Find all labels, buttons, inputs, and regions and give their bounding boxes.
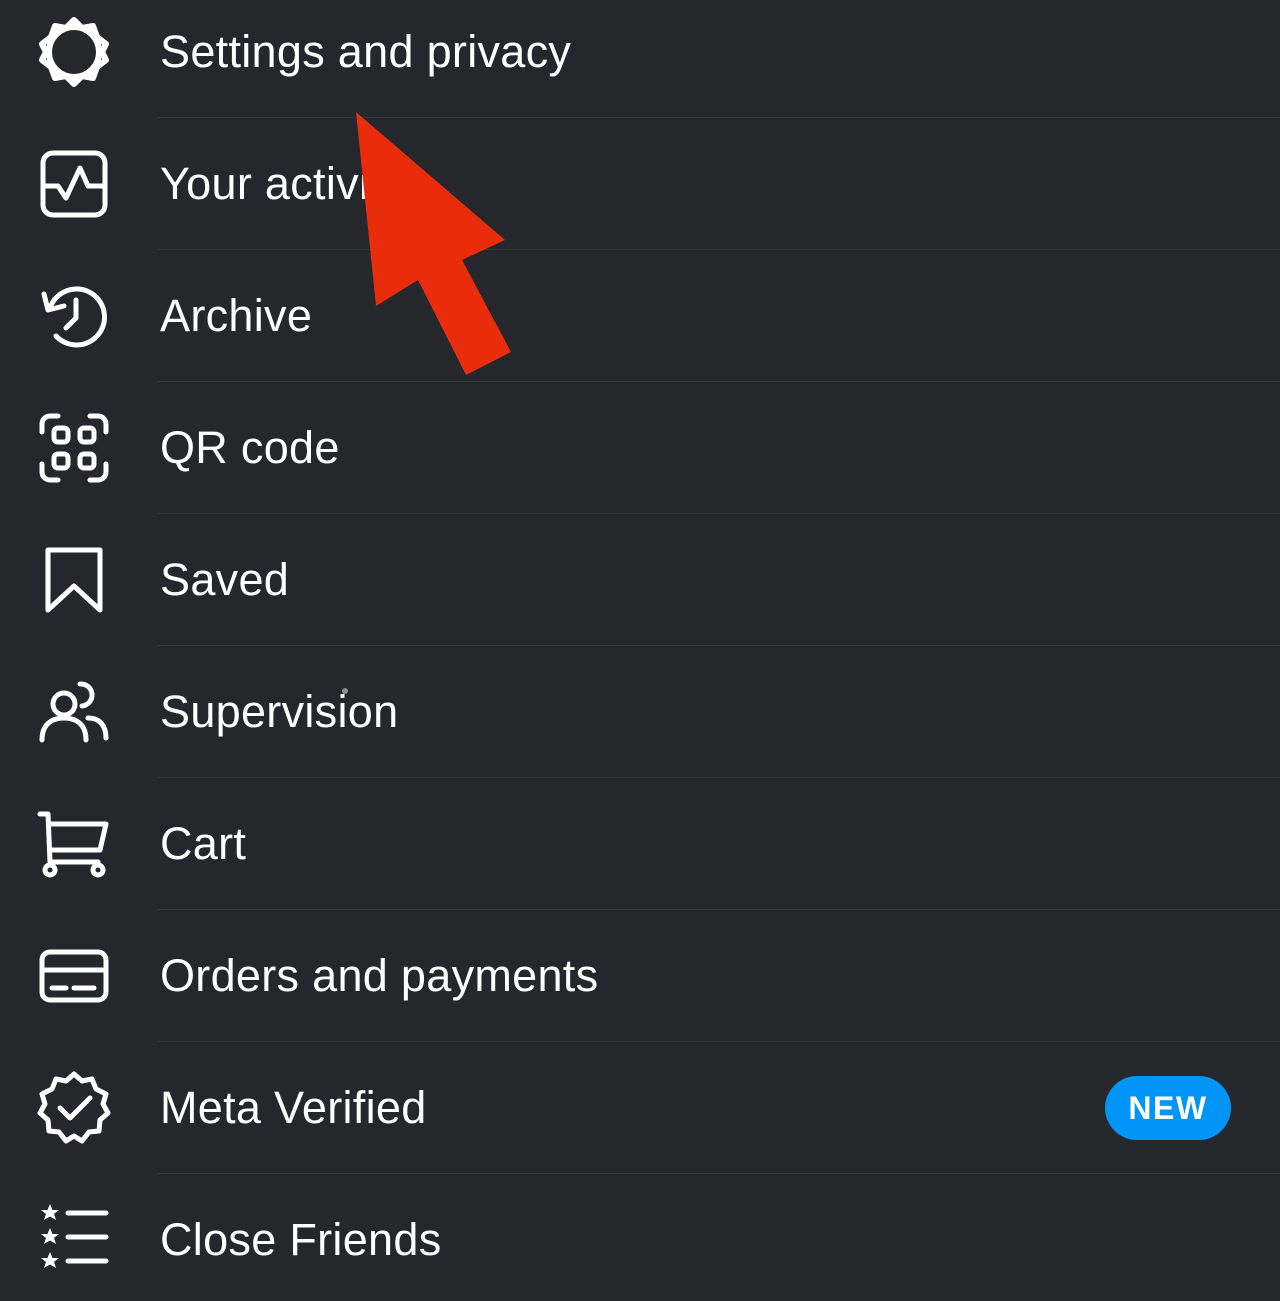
menu-item-saved[interactable]: Saved: [0, 514, 1280, 646]
menu-item-label: Settings and privacy: [160, 26, 572, 77]
close-friends-list-icon: [36, 1202, 112, 1278]
cart-icon: [36, 806, 112, 882]
new-badge: NEW: [1105, 1076, 1231, 1140]
supervision-people-icon: [36, 674, 112, 750]
gear-icon: [36, 14, 112, 90]
menu-item-label: Orders and payments: [160, 950, 599, 1001]
menu-item-supervision[interactable]: Supervision: [0, 646, 1280, 778]
menu-item-cart[interactable]: Cart: [0, 778, 1280, 910]
menu-item-label: Saved: [160, 554, 290, 605]
credit-card-icon: [36, 938, 112, 1014]
menu-item-your-activity[interactable]: Your activity: [0, 118, 1280, 250]
scroll-indicator-dot: [342, 688, 348, 694]
qr-code-icon: [36, 410, 112, 486]
menu-item-archive[interactable]: Archive: [0, 250, 1280, 382]
menu-item-label: Supervision: [160, 686, 399, 737]
verified-badge-icon: [36, 1070, 112, 1146]
activity-icon: [36, 146, 112, 222]
menu-item-settings-and-privacy[interactable]: Settings and privacy: [0, 0, 1280, 118]
menu-item-label: Archive: [160, 290, 313, 341]
menu-item-label: Your activity: [160, 158, 405, 209]
menu-item-meta-verified[interactable]: Meta Verified NEW: [0, 1042, 1280, 1174]
menu-item-label: Cart: [160, 818, 247, 869]
menu-item-orders-and-payments[interactable]: Orders and payments: [0, 910, 1280, 1042]
menu-item-label: QR code: [160, 422, 340, 473]
more-menu: Settings and privacy Your activity Archi…: [0, 0, 1280, 1301]
menu-item-qr-code[interactable]: QR code: [0, 382, 1280, 514]
archive-clock-icon: [36, 278, 112, 354]
menu-item-close-friends[interactable]: Close Friends: [0, 1174, 1280, 1301]
menu-item-label: Close Friends: [160, 1214, 442, 1265]
bookmark-icon: [36, 542, 112, 618]
menu-item-label: Meta Verified: [160, 1082, 427, 1133]
